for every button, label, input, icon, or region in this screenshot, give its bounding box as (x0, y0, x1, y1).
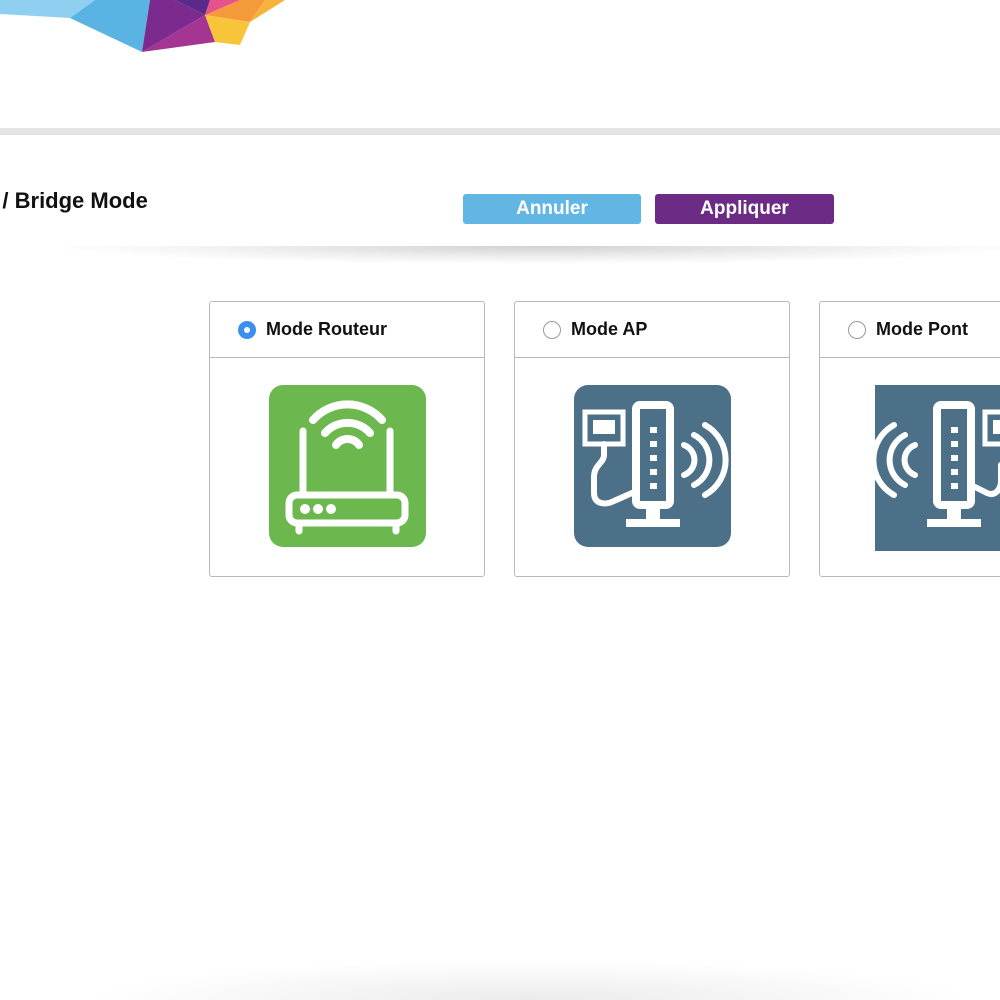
apply-button[interactable]: Appliquer (655, 194, 834, 224)
mode-option-bridge[interactable]: Mode Pont (820, 302, 1000, 358)
page: P / Bridge Mode Annuler Appliquer Mode R… (0, 0, 1000, 1000)
brand-logo (0, 0, 285, 52)
radio-ap[interactable] (543, 320, 561, 339)
mode-card-router[interactable]: Mode Routeur (209, 301, 485, 577)
bridge-icon (875, 385, 1000, 551)
mode-label-ap: Mode AP (571, 319, 648, 339)
cancel-button[interactable]: Annuler (463, 194, 641, 224)
mode-option-ap[interactable]: Mode AP (515, 302, 789, 358)
mode-card-bridge[interactable]: Mode Pont (819, 301, 1000, 577)
mode-label-router: Mode Routeur (266, 319, 387, 339)
header-divider (0, 128, 1000, 135)
mode-card-ap[interactable]: Mode AP (514, 301, 790, 577)
access-point-icon (574, 385, 731, 547)
radio-bridge[interactable] (848, 320, 866, 339)
header-shadow (60, 246, 1000, 264)
page-bottom-shadow (80, 960, 980, 1000)
mode-label-bridge: Mode Pont (876, 319, 968, 339)
router-icon (269, 385, 426, 547)
mode-option-router[interactable]: Mode Routeur (210, 302, 484, 358)
radio-router[interactable] (238, 320, 256, 339)
page-title: P / Bridge Mode (0, 188, 148, 213)
